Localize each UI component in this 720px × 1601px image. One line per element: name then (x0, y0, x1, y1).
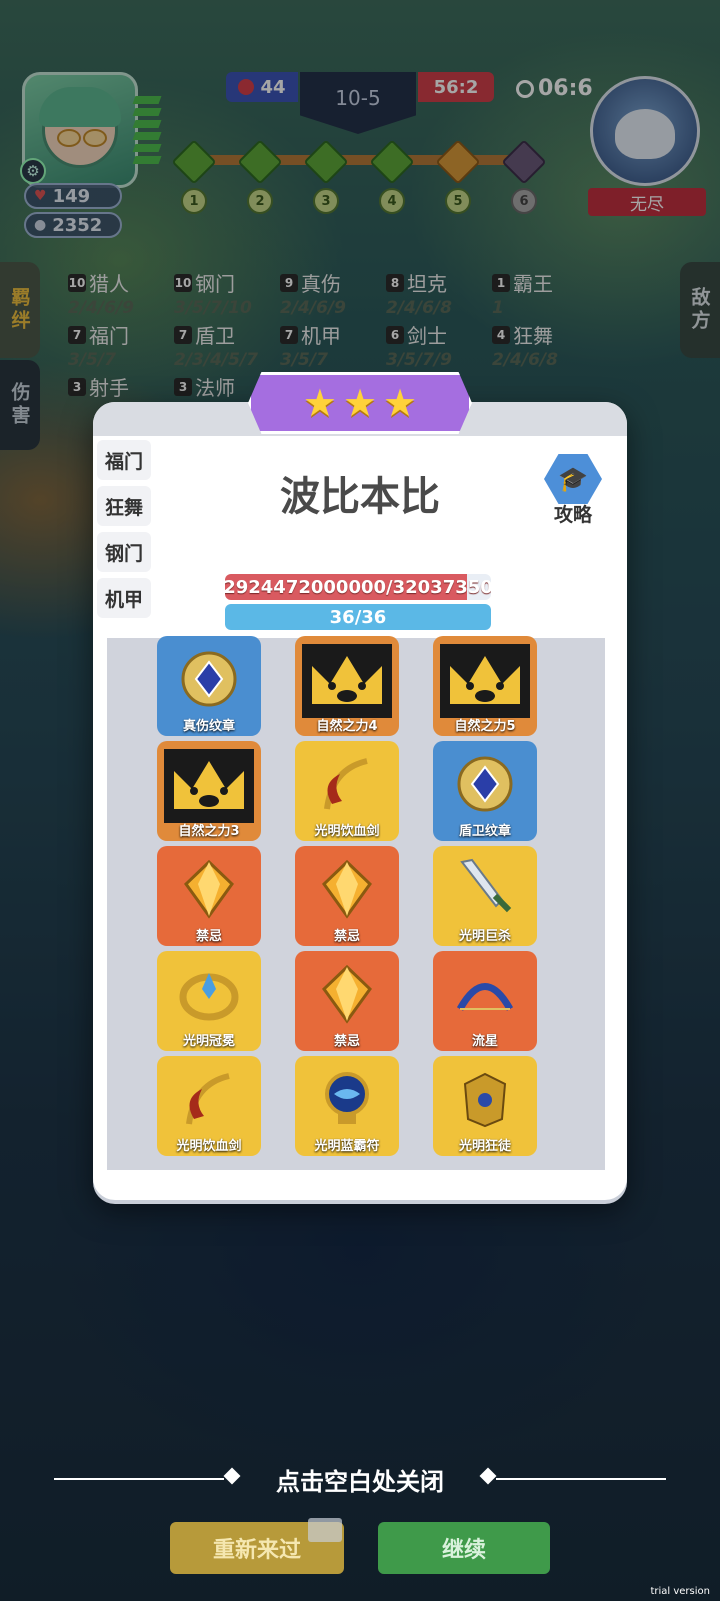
bow-icon (450, 959, 520, 1033)
equipment-item[interactable]: 自然之力3 (157, 741, 261, 841)
exp-bar: 36/36 (225, 604, 491, 630)
crown-face-icon (164, 749, 254, 827)
equipment-label: 自然之力4 (316, 719, 378, 734)
star-icon: ★ (383, 381, 418, 425)
armor-icon (450, 1064, 520, 1138)
gem-icon (312, 959, 382, 1033)
equipment-item[interactable]: 自然之力4 (295, 636, 399, 736)
equipment-label: 禁忌 (195, 929, 222, 944)
star-icon: ★ (342, 381, 378, 425)
hint-line-right (496, 1478, 666, 1480)
orb-icon (312, 1064, 382, 1138)
sword-icon (450, 854, 520, 928)
hero-tab[interactable]: 钢门 (97, 532, 151, 572)
crown-face-icon (440, 644, 530, 722)
equipment-item[interactable]: 禁忌 (295, 846, 399, 946)
equipment-panel: 真伤纹章 自然之力4 自然之力5 自然之力3 光明饮血剑 盾卫纹章 禁忌 禁忌 光明巨杀 光明冠冕… (107, 636, 605, 1170)
trial-watermark: trial version (650, 1586, 710, 1597)
exp-text: 36/36 (329, 606, 387, 628)
equipment-item[interactable]: 禁忌 (295, 951, 399, 1051)
equipment-label: 禁忌 (333, 1034, 360, 1049)
tiara-icon (174, 959, 244, 1033)
equipment-label: 真伤纹章 (182, 719, 235, 734)
hp-text: 2924472000000/32037350 (225, 576, 491, 598)
guide-label: 攻略 (553, 504, 592, 526)
continue-button[interactable]: 继续 (378, 1522, 550, 1574)
gem-icon (312, 854, 382, 928)
equipment-label: 盾卫纹章 (458, 824, 511, 839)
graduation-cap-icon: 🎓 (544, 454, 602, 504)
star-rating-banner: ★ ★ ★ (248, 372, 472, 434)
equipment-item[interactable]: 光明蓝霸符 (295, 1056, 399, 1156)
equipment-item[interactable]: 禁忌 (157, 846, 261, 946)
equipment-label: 光明蓝霸符 (314, 1139, 380, 1154)
equipment-item[interactable]: 光明饮血剑 (157, 1056, 261, 1156)
hero-tab[interactable]: 机甲 (97, 578, 151, 618)
equipment-item[interactable]: 光明饮血剑 (295, 741, 399, 841)
video-ad-icon (308, 1518, 342, 1542)
equipment-label: 流星 (471, 1034, 498, 1049)
equipment-label: 自然之力5 (454, 719, 516, 734)
equipment-item[interactable]: 盾卫纹章 (433, 741, 537, 841)
equipment-item[interactable]: 流星 (433, 951, 537, 1051)
equipment-item[interactable]: 自然之力5 (433, 636, 537, 736)
equipment-label: 光明饮血剑 (176, 1139, 242, 1154)
equipment-label: 光明冠冕 (182, 1034, 235, 1049)
hero-detail-modal: 福门 狂舞 钢门 机甲 波比本比 🎓 攻略 2924472000000/3203735… (93, 402, 627, 1200)
equipment-item[interactable]: 真伤纹章 (157, 636, 261, 736)
gem-icon (174, 854, 244, 928)
emblem-icon (450, 749, 520, 823)
equipment-label: 自然之力3 (178, 824, 240, 839)
scythe-icon (174, 1064, 244, 1138)
crown-face-icon (302, 644, 392, 722)
equipment-item[interactable]: 光明狂徒 (433, 1056, 537, 1156)
emblem-icon (174, 644, 244, 718)
equipment-item[interactable]: 光明冠冕 (157, 951, 261, 1051)
scythe-icon (312, 749, 382, 823)
hp-bar: 2924472000000/32037350 (225, 574, 491, 600)
equipment-item[interactable]: 光明巨杀 (433, 846, 537, 946)
star-icon: ★ (302, 381, 337, 425)
equipment-label: 光明狂徒 (458, 1139, 511, 1154)
equipment-label: 禁忌 (333, 929, 360, 944)
equipment-label: 光明饮血剑 (314, 824, 380, 839)
equipment-label: 光明巨杀 (458, 929, 511, 944)
guide-button[interactable]: 🎓 攻略 (537, 454, 609, 534)
